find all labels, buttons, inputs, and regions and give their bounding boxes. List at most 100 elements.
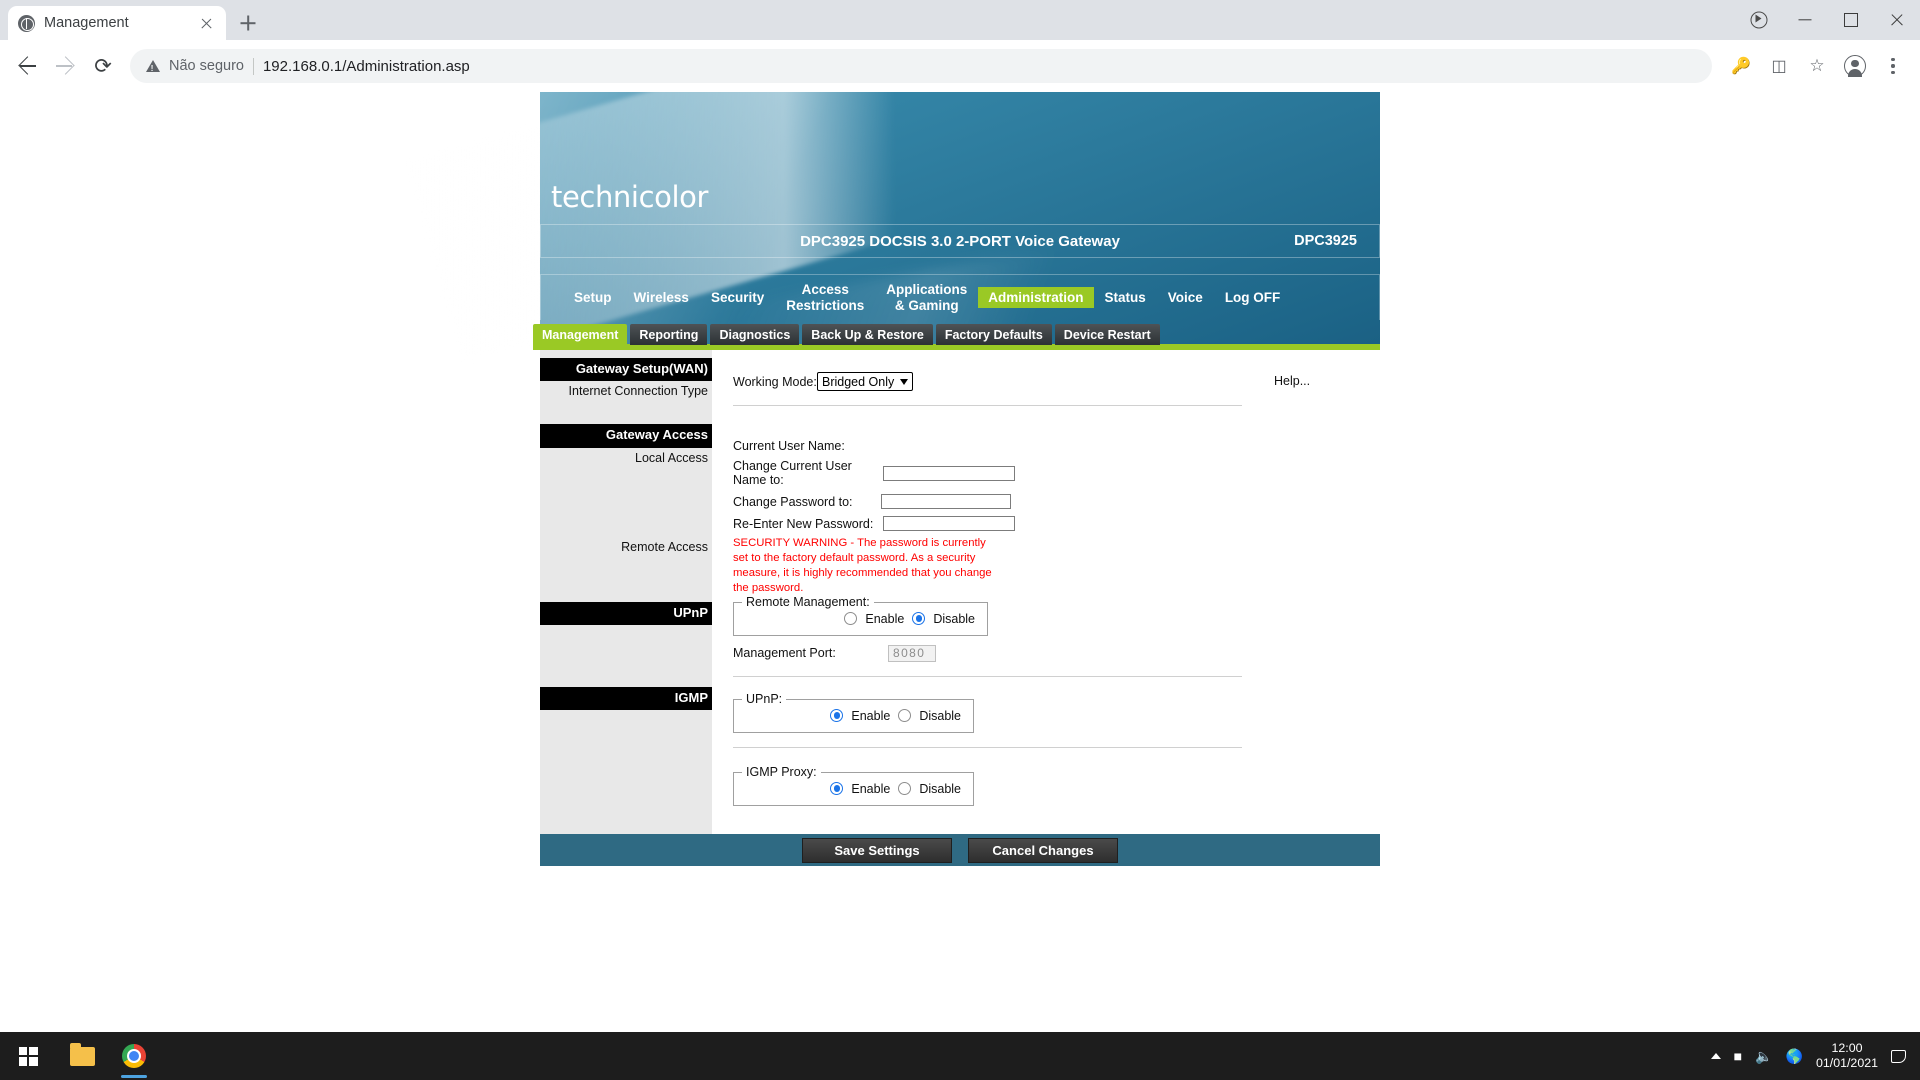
volume-icon[interactable]: 🔈: [1755, 1048, 1772, 1065]
sub-tab-reporting[interactable]: Reporting: [630, 324, 708, 345]
upnp-fieldset: UPnP: Enable Disable: [733, 691, 974, 733]
taskbar: ■ 🔈 🌎 12:00 01/01/2021: [0, 1032, 1920, 1080]
show-hidden-icons-icon[interactable]: [1710, 1053, 1721, 1059]
nav-item-setup[interactable]: Setup: [563, 286, 623, 309]
url-text: 192.168.0.1/Administration.asp: [262, 57, 470, 75]
clock[interactable]: 12:00 01/01/2021: [1816, 1041, 1878, 1071]
management-port-label: Management Port:: [733, 646, 836, 661]
main-nav: Setup Wireless Security Access Restrictions…: [540, 274, 1380, 320]
panel-footer: Save Settings Cancel Changes: [540, 834, 1380, 866]
model-title: DPC3925 DOCSIS 3.0 2-PORT Voice Gateway: [800, 232, 1120, 250]
security-label: Não seguro: [169, 58, 244, 74]
star-icon[interactable]: ☆: [1800, 49, 1834, 83]
model-bar: DPC3925 DOCSIS 3.0 2-PORT Voice Gateway …: [540, 224, 1380, 258]
menu-kebab-icon[interactable]: [1876, 49, 1910, 83]
upnp-disable-label: Disable: [919, 708, 961, 723]
remote-management-disable-label: Disable: [933, 611, 975, 626]
working-mode-value: Bridged Only: [822, 374, 895, 389]
battery-icon[interactable]: ■: [1734, 1048, 1742, 1064]
change-password-input[interactable]: [881, 494, 1011, 509]
igmp-enable-label: Enable: [851, 781, 891, 796]
nav-item-administration[interactable]: Administration: [978, 286, 1094, 309]
windows-logo-icon: [18, 1046, 38, 1066]
nav-item-status[interactable]: Status: [1094, 286, 1157, 309]
change-user-name-row: Change Current User Name to:: [733, 459, 1260, 487]
system-tray: ■ 🔈 🌎 12:00 01/01/2021: [1710, 1041, 1920, 1071]
cast-icon[interactable]: ◫: [1762, 49, 1796, 83]
nav-item-log-off[interactable]: Log OFF: [1214, 286, 1291, 309]
sidebar-section-upnp: UPnP: [540, 601, 712, 625]
remote-management-enable-label: Enable: [865, 611, 905, 626]
nav-item-voice[interactable]: Voice: [1157, 286, 1214, 309]
start-button[interactable]: [0, 1032, 56, 1080]
sidebar-item-internet-connection-type: Internet Connection Type: [568, 384, 708, 399]
sidebar-section-gateway-access: Gateway Access: [540, 424, 712, 448]
minimize-button[interactable]: [1782, 0, 1828, 40]
cancel-changes-button[interactable]: Cancel Changes: [968, 837, 1118, 863]
remote-management-fieldset: Remote Management: Enable Disable: [733, 594, 988, 636]
sub-tabs: Management Reporting Diagnostics Back Up & …: [533, 324, 1380, 346]
change-user-name-input[interactable]: [883, 465, 1015, 481]
sub-tab-back-up-restore[interactable]: Back Up & Restore: [802, 324, 933, 345]
sub-tab-device-restart[interactable]: Device Restart: [1054, 324, 1160, 345]
address-bar[interactable]: Não seguro 192.168.0.1/Administration.as…: [130, 49, 1712, 83]
brand-logo: technicolor: [551, 180, 708, 214]
back-button[interactable]: [10, 49, 44, 83]
clock-time: 12:00: [1831, 1041, 1863, 1056]
warning-triangle-icon: [146, 60, 160, 73]
upnp-disable-radio[interactable]: [898, 709, 912, 723]
sub-tab-management[interactable]: Management: [533, 324, 628, 345]
panel-body: Gateway Setup(WAN) Internet Connection T…: [540, 350, 1380, 834]
nav-item-access-restrictions[interactable]: Access Restrictions: [775, 278, 875, 316]
notification-icon[interactable]: [1891, 1049, 1906, 1063]
nav-item-applications-gaming[interactable]: Applications & Gaming: [875, 278, 978, 316]
tab-strip: Management: [0, 0, 1920, 40]
reenter-password-input[interactable]: [883, 516, 1015, 531]
key-icon[interactable]: 🔑: [1724, 49, 1758, 83]
management-port-row: Management Port: 8080: [733, 644, 1260, 662]
close-icon[interactable]: [197, 14, 216, 33]
sub-tab-factory-defaults[interactable]: Factory Defaults: [935, 324, 1052, 345]
tab-title: Management: [44, 15, 129, 31]
help-link[interactable]: Help...: [1274, 374, 1310, 388]
igmp-enable-radio[interactable]: [830, 782, 844, 796]
remote-management-disable-radio[interactable]: [912, 612, 926, 626]
help-column: Help...: [1260, 350, 1380, 834]
igmp-proxy-legend: IGMP Proxy:: [742, 764, 821, 779]
model-code: DPC3925: [1294, 233, 1357, 249]
maximize-button[interactable]: [1828, 0, 1874, 40]
window-controls: [1736, 0, 1920, 40]
nav-item-security[interactable]: Security: [700, 286, 775, 309]
igmp-disable-radio[interactable]: [898, 782, 912, 796]
working-mode-select[interactable]: Bridged Only: [817, 372, 914, 391]
working-mode-row: Working Mode: Bridged Only: [733, 372, 1260, 391]
sidebar-item-local-access: Local Access: [635, 450, 708, 465]
reenter-password-row: Re-Enter New Password:: [733, 516, 1260, 531]
security-warning-text: SECURITY WARNING - The password is curre…: [733, 537, 992, 594]
sidebar-section-igmp: IGMP: [540, 686, 712, 710]
sub-tab-diagnostics[interactable]: Diagnostics: [710, 324, 800, 345]
browser-tab[interactable]: Management: [8, 6, 226, 40]
settings-sidebar: Gateway Setup(WAN) Internet Connection T…: [540, 350, 712, 834]
nav-item-wireless[interactable]: Wireless: [623, 286, 700, 309]
browser-window: Management ⟳ Não seguro 192.168.0.1/Admi…: [0, 0, 1920, 1057]
forward-button[interactable]: [48, 49, 82, 83]
network-icon[interactable]: 🌎: [1786, 1048, 1803, 1065]
profile-badge-icon[interactable]: [1736, 0, 1782, 40]
clock-date: 01/01/2021: [1815, 1056, 1878, 1070]
igmp-disable-label: Disable: [919, 781, 961, 796]
new-tab-button[interactable]: [231, 6, 265, 40]
current-user-name-row: Current User Name:: [733, 438, 1260, 453]
change-password-label: Change Password to:: [733, 494, 853, 509]
divider-2: [733, 675, 1242, 677]
remote-management-enable-radio[interactable]: [844, 612, 858, 626]
sidebar-item-remote-access: Remote Access: [621, 539, 708, 554]
upnp-enable-radio[interactable]: [830, 709, 844, 723]
profile-icon[interactable]: [1838, 49, 1872, 83]
chrome-icon[interactable]: [108, 1032, 160, 1080]
close-window-button[interactable]: [1874, 0, 1920, 40]
save-settings-button[interactable]: Save Settings: [802, 837, 952, 863]
file-explorer-icon[interactable]: [56, 1032, 108, 1080]
management-port-input[interactable]: 8080: [888, 644, 936, 662]
reload-icon[interactable]: ⟳: [86, 49, 120, 83]
